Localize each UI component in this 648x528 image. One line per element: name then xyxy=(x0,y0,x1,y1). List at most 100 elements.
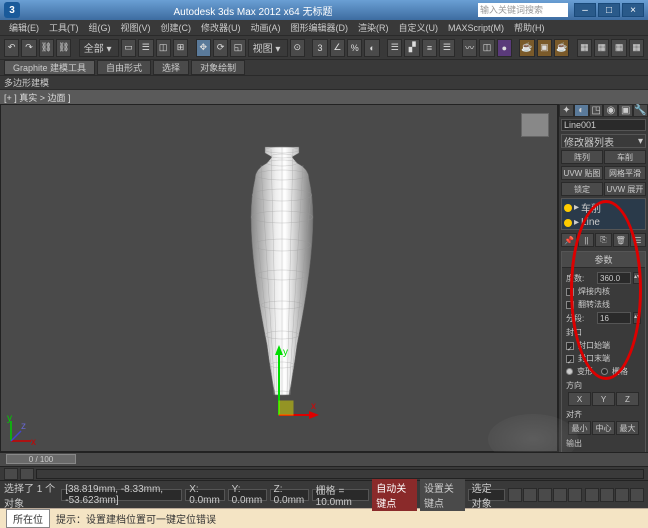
make-unique-button[interactable]: ⎘ xyxy=(595,233,611,247)
menu-maxscript[interactable]: MAXScript(M) xyxy=(448,23,504,33)
unlink-button[interactable]: ⛓ xyxy=(56,39,71,57)
snap-button[interactable]: 3 xyxy=(312,39,327,57)
capstart-checkbox[interactable] xyxy=(566,342,574,350)
stack-item-lathe[interactable]: ▸车削 xyxy=(562,199,645,216)
tab-selection[interactable]: 选择 xyxy=(153,60,189,75)
menu-create[interactable]: 创建(C) xyxy=(161,21,192,34)
axis-y-button[interactable]: Y xyxy=(592,392,615,406)
pivot-button[interactable]: ⊙ xyxy=(290,39,305,57)
tool4-button[interactable]: ▦ xyxy=(629,39,644,57)
tab-graphite[interactable]: Graphite 建模工具 xyxy=(4,60,95,75)
grid-radio[interactable] xyxy=(601,368,608,375)
spinner-arrows-icon[interactable]: ▴▾ xyxy=(633,272,641,284)
trackbar-button[interactable] xyxy=(20,468,34,480)
scale-button[interactable]: ◱ xyxy=(230,39,245,57)
next-frame-button[interactable] xyxy=(553,488,567,502)
weld-checkbox[interactable] xyxy=(566,288,574,296)
preset-array[interactable]: 阵列 xyxy=(561,150,603,164)
menu-graph[interactable]: 图形编辑器(D) xyxy=(291,21,349,34)
spinner-arrows-icon[interactable]: ▴▾ xyxy=(633,312,641,324)
curve-editor-button[interactable]: 〰 xyxy=(462,39,477,57)
modify-tab[interactable]: ◐ xyxy=(574,104,589,117)
preset-uvwmap[interactable]: UVW 贴图 xyxy=(561,166,603,180)
time-slider[interactable]: 0 / 100 xyxy=(0,452,648,466)
pan-button[interactable] xyxy=(585,488,599,502)
close-button[interactable]: × xyxy=(622,3,644,17)
menu-customize[interactable]: 自定义(U) xyxy=(399,21,439,34)
select-name-button[interactable]: ☰ xyxy=(138,39,153,57)
redo-button[interactable]: ↷ xyxy=(21,39,36,57)
setkey-button[interactable]: 设置关键点 xyxy=(420,479,465,511)
stack-item-line[interactable]: ▸Line xyxy=(562,216,645,229)
hierarchy-tab[interactable]: ◳ xyxy=(589,104,604,117)
display-tab[interactable]: ▣ xyxy=(618,104,633,117)
trackbar-button[interactable] xyxy=(4,468,18,480)
select-button[interactable]: ▭ xyxy=(121,39,136,57)
tool1-button[interactable]: ▦ xyxy=(577,39,592,57)
track-ruler[interactable] xyxy=(36,469,644,479)
layers-button[interactable]: ☰ xyxy=(439,39,454,57)
named-sel-button[interactable]: ☰ xyxy=(387,39,402,57)
align-center-button[interactable]: 中心 xyxy=(592,421,615,435)
help-search[interactable]: 输入关键词搜索 xyxy=(478,3,568,17)
goto-start-button[interactable] xyxy=(508,488,522,502)
render-frame-button[interactable]: ▣ xyxy=(537,39,552,57)
modifier-list-dropdown[interactable]: 修改器列表▾ xyxy=(561,134,646,148)
prev-frame-button[interactable] xyxy=(523,488,537,502)
menu-views[interactable]: 视图(V) xyxy=(121,21,151,34)
menu-tools[interactable]: 工具(T) xyxy=(49,21,79,34)
utilities-tab[interactable]: 🔧 xyxy=(633,104,648,117)
link-button[interactable]: ⛓ xyxy=(39,39,54,57)
move-gizmo[interactable]: y x xyxy=(269,345,319,425)
object-name-field[interactable]: Line001 xyxy=(561,119,646,131)
lightbulb-icon[interactable] xyxy=(564,219,572,227)
tool2-button[interactable]: ▦ xyxy=(594,39,609,57)
flip-checkbox[interactable] xyxy=(566,301,574,309)
zoom-button[interactable] xyxy=(600,488,614,502)
tab-freeform[interactable]: 自由形式 xyxy=(97,60,151,75)
frame-indicator[interactable]: 0 / 100 xyxy=(6,454,76,464)
z-coord[interactable]: Z: 0.0mm xyxy=(270,489,309,501)
minimize-button[interactable]: – xyxy=(574,3,596,17)
preset-uvwunwrap[interactable]: UVW 展开 xyxy=(604,182,646,196)
preset-meshsmooth[interactable]: 网格平滑 xyxy=(604,166,646,180)
capend-checkbox[interactable] xyxy=(566,355,574,363)
angle-snap-button[interactable]: ∠ xyxy=(330,39,345,57)
undo-button[interactable]: ↶ xyxy=(4,39,19,57)
play-button[interactable] xyxy=(538,488,552,502)
lightbulb-icon[interactable] xyxy=(564,204,572,212)
select-region-button[interactable]: ◫ xyxy=(156,39,171,57)
create-tab[interactable]: ✦ xyxy=(559,104,574,117)
preset-lock[interactable]: 锁定 xyxy=(561,182,603,196)
percent-snap-button[interactable]: % xyxy=(347,39,362,57)
rollout-header[interactable]: 参数 xyxy=(562,252,645,268)
menu-help[interactable]: 帮助(H) xyxy=(514,21,545,34)
orbit-button[interactable] xyxy=(615,488,629,502)
spinner-snap-button[interactable]: ◐ xyxy=(364,39,379,57)
tab-objectpaint[interactable]: 对象绘制 xyxy=(191,60,245,75)
tool3-button[interactable]: ▦ xyxy=(611,39,626,57)
axis-z-button[interactable]: Z xyxy=(616,392,639,406)
autokey-button[interactable]: 自动关键点 xyxy=(372,479,417,511)
rotate-button[interactable]: ⟳ xyxy=(213,39,228,57)
menu-render[interactable]: 渲染(R) xyxy=(358,21,389,34)
window-crossing-button[interactable]: ⊞ xyxy=(173,39,188,57)
show-result-button[interactable]: || xyxy=(578,233,594,247)
menu-animation[interactable]: 动画(A) xyxy=(251,21,281,34)
schematic-button[interactable]: ◫ xyxy=(479,39,494,57)
selset-dropdown[interactable]: 选定对象 xyxy=(468,489,505,501)
y-coord[interactable]: Y: 0.0mm xyxy=(228,489,267,501)
selection-filter[interactable]: 全部 ▾ xyxy=(79,39,119,57)
viewport[interactable]: y x y x z xyxy=(0,104,558,452)
pin-stack-button[interactable]: 📌 xyxy=(561,233,577,247)
motion-tab[interactable]: ◉ xyxy=(603,104,618,117)
menu-group[interactable]: 组(G) xyxy=(89,21,111,34)
preset-lathe[interactable]: 车削 xyxy=(604,150,646,164)
align-button[interactable]: ≡ xyxy=(422,39,437,57)
material-button[interactable]: ● xyxy=(497,39,512,57)
prompt-button[interactable]: 所在位 xyxy=(6,509,50,528)
menu-edit[interactable]: 编辑(E) xyxy=(9,21,39,34)
align-min-button[interactable]: 最小 xyxy=(568,421,591,435)
move-button[interactable]: ✥ xyxy=(196,39,211,57)
maximize-viewport-button[interactable] xyxy=(630,488,644,502)
